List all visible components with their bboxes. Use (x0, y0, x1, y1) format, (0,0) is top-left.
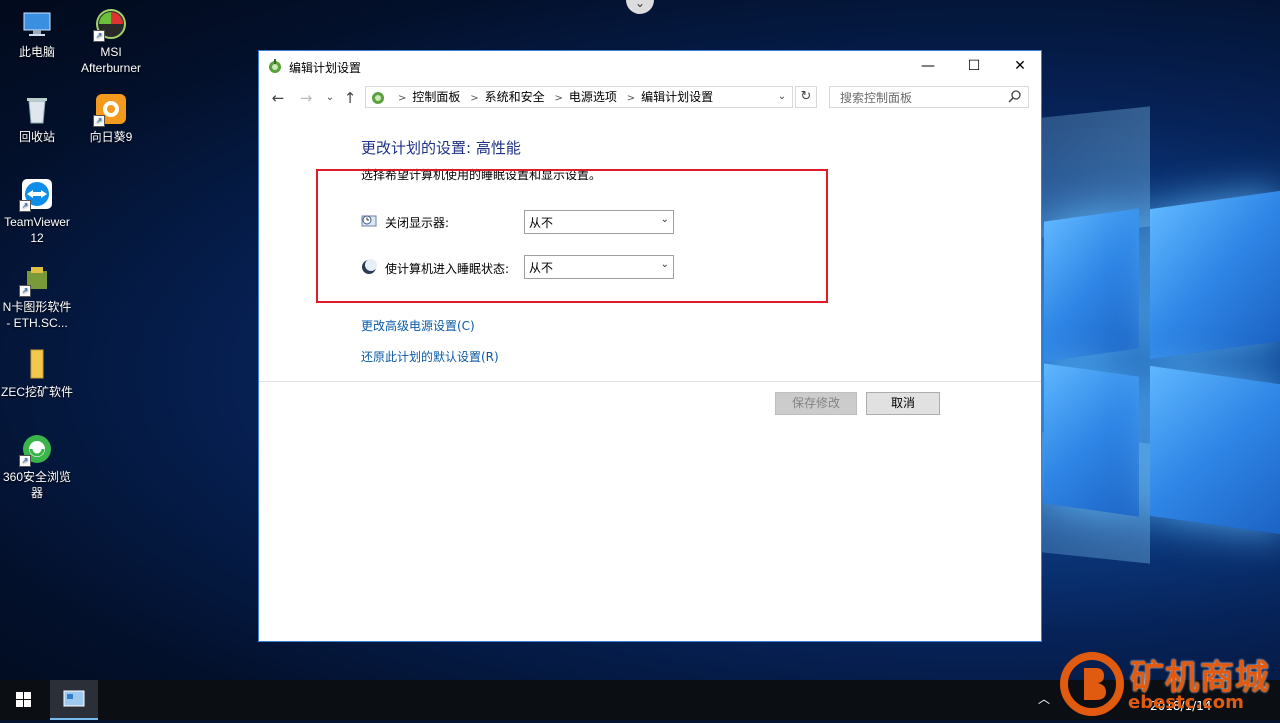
breadcrumb-item-control-panel[interactable]: 控制面板 (412, 90, 460, 104)
address-dropdown-icon[interactable]: ⌄ (774, 87, 790, 107)
minimize-button[interactable]: — (905, 51, 951, 81)
advanced-power-settings-link[interactable]: 更改高级电源设置(C) (361, 317, 475, 334)
turn-off-display-select[interactable]: 从不 ⌄ (524, 210, 674, 234)
gpu-tool-icon: ↗ (19, 263, 53, 297)
window-title: 编辑计划设置 (289, 61, 362, 75)
address-bar-row: ← → ⌄ ↑ > 控制面板 > 系统和安全 > 电源选项 > 编辑计划设置 ⌄ ↻ (259, 83, 1041, 113)
teamviewer-icon: ↗ (19, 178, 53, 212)
sleep-value: 从不 (529, 261, 554, 275)
breadcrumb-chevron-icon: > (398, 93, 407, 104)
desktop-icon-sunlogin[interactable]: ↗ 向日葵9 (74, 93, 148, 145)
close-button[interactable]: ✕ (997, 51, 1043, 81)
page-title: 更改计划的设置: 高性能 (361, 139, 521, 157)
control-panel-icon (370, 89, 386, 105)
control-panel-taskbar-icon (63, 690, 85, 707)
search-input[interactable] (838, 88, 1012, 108)
wallpaper-window-pane (1150, 190, 1280, 360)
shortcut-arrow-icon: ↗ (19, 200, 31, 212)
maximize-button[interactable]: ☐ (951, 51, 997, 81)
display-clock-icon (361, 213, 377, 229)
tray-overflow-chevron-icon[interactable]: ︿ (1038, 690, 1050, 707)
refresh-icon[interactable]: ↻ (795, 86, 817, 108)
shortcut-arrow-icon: ↗ (93, 30, 105, 42)
highlight-annotation-box (316, 169, 828, 303)
afterburner-icon: ↗ (93, 8, 127, 42)
start-button[interactable] (0, 680, 48, 720)
breadcrumb-item-power-options[interactable]: 电源选项 (569, 90, 617, 104)
window-titlebar[interactable]: 编辑计划设置 — ☐ ✕ (259, 51, 1041, 81)
desktop-icon-label: TeamViewer 12 (4, 215, 70, 245)
search-box[interactable] (829, 86, 1029, 108)
search-icon[interactable] (1008, 89, 1022, 103)
turn-off-display-label: 关闭显示器: (385, 216, 450, 230)
desktop-icon-this-pc[interactable]: 此电脑 (0, 8, 74, 60)
watermark-url: ebestc.com (1128, 692, 1244, 713)
sunlogin-icon: ↗ (93, 93, 127, 127)
sleep-moon-icon (361, 259, 377, 275)
footer-divider (259, 381, 1041, 382)
desktop-icon-teamviewer[interactable]: ↗ TeamViewer 12 (0, 178, 74, 246)
put-computer-to-sleep-label: 使计算机进入睡眠状态: (385, 262, 510, 276)
sleep-select[interactable]: 从不 ⌄ (524, 255, 674, 279)
watermark-b-logo-icon (1060, 652, 1124, 716)
restore-defaults-link[interactable]: 还原此计划的默认设置(R) (361, 348, 499, 365)
cancel-button[interactable]: 取消 (866, 392, 940, 415)
forward-arrow-icon[interactable]: → (295, 87, 317, 109)
desktop-icon-label: N卡图形软件 - ETH.SC... (2, 300, 72, 330)
wallpaper-window-pane (1150, 365, 1280, 535)
watermark-logo: 矿机商城 ebestc.com (1060, 648, 1280, 720)
shortcut-arrow-icon: ↗ (19, 285, 31, 297)
desktop-icon-label: MSI Afterburner (80, 45, 142, 75)
taskbar-app-control-panel[interactable] (50, 680, 98, 720)
save-changes-button[interactable]: 保存修改 (775, 392, 857, 415)
desktop-icon-label: 向日葵9 (89, 130, 133, 144)
chevron-down-icon: ⌄ (660, 214, 669, 225)
desktop-icon-zec-miner[interactable]: ZEC挖矿软件 (0, 348, 74, 400)
desktop-icon-360-browser[interactable]: ↗ 360安全浏览器 (0, 433, 74, 501)
power-options-icon (267, 58, 283, 74)
windows-logo-icon (16, 692, 31, 707)
breadcrumb: > 控制面板 > 系统和安全 > 电源选项 > 编辑计划设置 (392, 87, 713, 107)
chevron-down-icon: ⌄ (660, 259, 669, 270)
shortcut-arrow-icon: ↗ (19, 455, 31, 467)
browser-360-icon: ↗ (19, 433, 53, 467)
breadcrumb-item-edit-plan[interactable]: 编辑计划设置 (641, 90, 713, 104)
desktop-icon-label: ZEC挖矿软件 (0, 385, 73, 399)
desktop-icon-label: 360安全浏览器 (2, 470, 72, 500)
desktop-icon-label: 此电脑 (18, 45, 55, 59)
up-arrow-icon[interactable]: ↑ (339, 87, 361, 109)
recycle-bin-icon (21, 93, 53, 125)
desktop-icon-label: 回收站 (18, 130, 55, 144)
desktop-icon-msi-afterburner[interactable]: ↗ MSI Afterburner (74, 8, 148, 76)
desktop-icon-nvidia-tool[interactable]: ↗ N卡图形软件 - ETH.SC... (0, 263, 74, 331)
computer-icon (21, 8, 53, 40)
folder-icon (21, 348, 53, 380)
shortcut-arrow-icon: ↗ (93, 115, 105, 127)
turn-off-display-value: 从不 (529, 216, 554, 230)
breadcrumb-chevron-icon: > (554, 93, 563, 104)
recent-locations-chevron-icon[interactable]: ⌄ (319, 87, 341, 109)
address-breadcrumb-box[interactable]: > 控制面板 > 系统和安全 > 电源选项 > 编辑计划设置 ⌄ (365, 86, 793, 108)
breadcrumb-item-system-security[interactable]: 系统和安全 (485, 90, 545, 104)
edit-plan-settings-window: 编辑计划设置 — ☐ ✕ ← → ⌄ ↑ > 控制面板 > 系统和安全 > 电源选项 … (258, 50, 1042, 642)
breadcrumb-chevron-icon: > (626, 93, 636, 104)
back-arrow-icon[interactable]: ← (267, 87, 289, 109)
wallpaper-window-pane (1044, 208, 1139, 362)
desktop-icon-recycle-bin[interactable]: 回收站 (0, 93, 74, 145)
breadcrumb-chevron-icon: > (470, 93, 479, 104)
wallpaper-window-pane (1044, 363, 1139, 517)
